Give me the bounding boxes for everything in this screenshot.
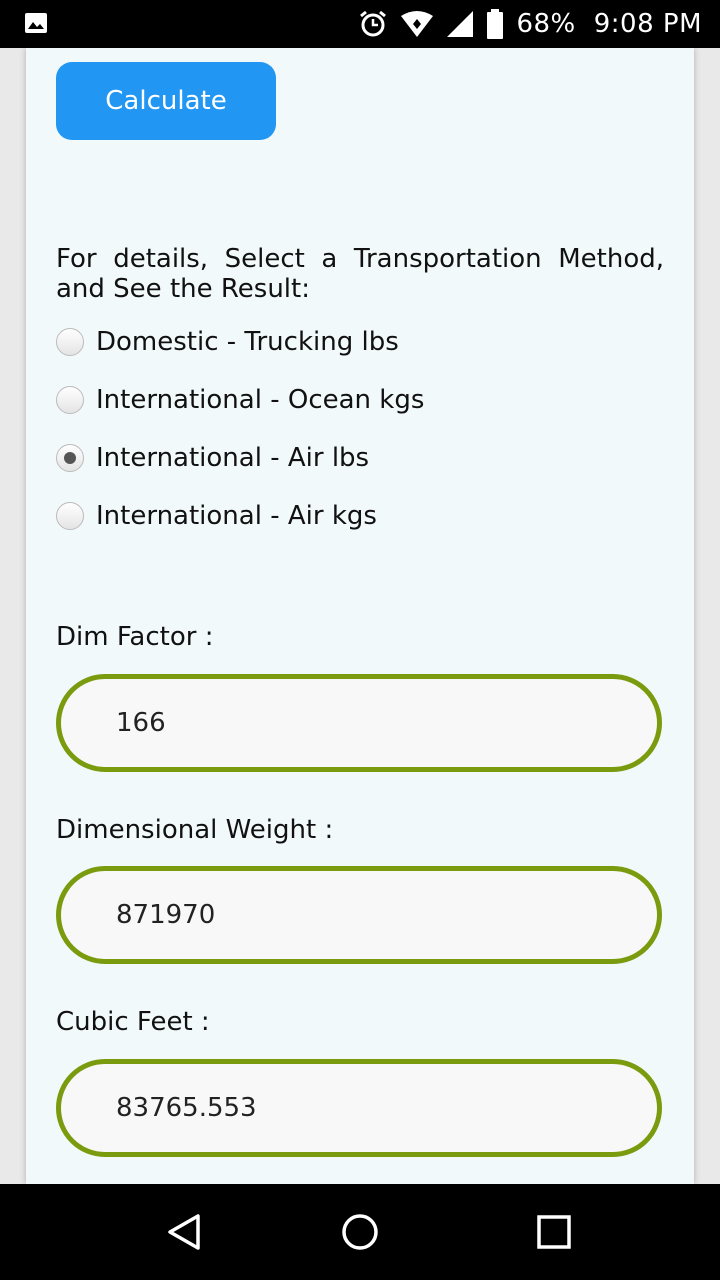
radio-option-domestic-trucking-lbs[interactable]: Domestic - Trucking lbs bbox=[56, 322, 399, 362]
home-icon[interactable] bbox=[340, 1212, 380, 1252]
dimensional-weight-field[interactable]: 871970 bbox=[56, 866, 662, 964]
calculate-button[interactable]: Calculate bbox=[56, 62, 276, 140]
radio-label: International - Air lbs bbox=[96, 443, 370, 473]
back-icon[interactable] bbox=[164, 1212, 204, 1252]
radio-button[interactable] bbox=[56, 386, 84, 414]
navigation-bar bbox=[0, 1184, 720, 1280]
dim-factor-label: Dim Factor : bbox=[56, 622, 214, 652]
radio-label: International - Air kgs bbox=[96, 501, 377, 531]
transport-method-prompt: For details, Select a Transportation Met… bbox=[56, 244, 664, 304]
radio-option-international-air-kgs[interactable]: International - Air kgs bbox=[56, 496, 377, 536]
signal-icon bbox=[447, 11, 474, 37]
radio-label: International - Ocean kgs bbox=[96, 385, 425, 415]
dim-factor-field[interactable]: 166 bbox=[56, 674, 662, 772]
radio-button-selected[interactable] bbox=[56, 444, 84, 472]
radio-option-international-ocean-kgs[interactable]: International - Ocean kgs bbox=[56, 380, 424, 420]
radio-option-international-air-lbs[interactable]: International - Air lbs bbox=[56, 438, 369, 478]
wifi-icon bbox=[401, 11, 434, 37]
gallery-icon bbox=[25, 13, 47, 33]
recents-icon[interactable] bbox=[534, 1212, 574, 1252]
cubic-feet-field[interactable]: 83765.553 bbox=[56, 1059, 662, 1157]
radio-button[interactable] bbox=[56, 502, 84, 530]
status-bar: 68% 9:08 PM bbox=[0, 0, 720, 48]
radio-label: Domestic - Trucking lbs bbox=[96, 327, 399, 357]
cubic-feet-label: Cubic Feet : bbox=[56, 1007, 210, 1037]
dimensional-weight-label: Dimensional Weight : bbox=[56, 815, 334, 845]
alarm-icon bbox=[360, 10, 387, 37]
battery-icon bbox=[487, 9, 504, 39]
clock-time: 9:08 PM bbox=[593, 9, 702, 39]
battery-percentage: 68% bbox=[516, 9, 576, 39]
status-right: 68% 9:08 PM bbox=[358, 0, 702, 48]
calculator-page: Calculate For details, Select a Transpor… bbox=[26, 48, 694, 1184]
radio-button[interactable] bbox=[56, 328, 84, 356]
